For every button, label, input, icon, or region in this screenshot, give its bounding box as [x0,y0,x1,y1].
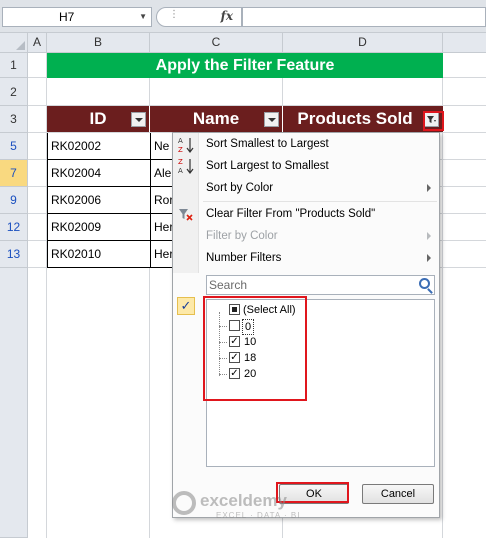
highlight-value-list [203,296,307,401]
logo-name: exceldemy [200,491,287,510]
row-header-12[interactable]: 12 [0,214,28,241]
sort-by-color[interactable]: Sort by Color [206,178,273,198]
cell-id[interactable]: RK02010 [47,241,151,268]
row-header-3[interactable]: 3 [0,106,28,133]
row-header-5[interactable]: 5 [0,133,28,160]
name-box-dropdown-icon[interactable]: ▼ [139,8,147,26]
table-header-name[interactable]: Name [150,106,283,132]
sort-descending-icon: ZA [177,157,195,175]
highlight-filter-button [423,111,444,131]
filter-search-input[interactable]: Search [206,275,435,295]
sheet-title: Apply the Filter Feature [47,53,443,78]
header-label-id: ID [89,109,107,128]
formula-controls: ⋮ fx [156,7,242,27]
svg-text:A: A [178,137,183,145]
clear-filter-icon [177,206,195,224]
checkmark-icon: ✓ [177,297,195,315]
cell-id[interactable]: RK02006 [47,187,151,214]
column-header-b[interactable]: B [47,33,150,53]
table-header-id[interactable]: ID [47,106,150,132]
cell-id[interactable]: RK02004 [47,160,151,187]
formula-bar: H7 ▼ ⋮ fx [0,0,486,33]
menu-separator [203,201,437,202]
number-filters[interactable]: Number Filters [206,248,281,268]
search-icon [419,278,430,289]
cell-id[interactable]: RK02002 [47,133,151,160]
sort-ascending-icon: AZ [177,136,195,154]
sort-largest-to-smallest[interactable]: Sort Largest to Smallest [206,156,329,176]
row-header-1[interactable]: 1 [0,53,28,78]
filter-dropdown-name-button[interactable] [264,112,279,127]
row-header-empty [0,268,28,538]
header-label-products-sold: Products Sold [297,109,413,128]
column-header-c[interactable]: C [150,33,283,53]
row-header-13[interactable]: 13 [0,241,28,268]
exceldemy-logo: exceldemy EXCEL · DATA · BI [172,491,322,521]
column-header-d[interactable]: D [283,33,443,53]
name-box-value: H7 [59,10,75,24]
formula-input[interactable] [242,7,486,27]
cancel-button[interactable]: Cancel [362,484,434,504]
column-header-e[interactable] [443,33,486,53]
name-box[interactable]: H7 ▼ [2,7,152,27]
column-header-a[interactable]: A [28,33,47,53]
row-header-7[interactable]: 7 [0,160,28,187]
header-label-name: Name [192,109,240,128]
row-header-2[interactable]: 2 [0,78,28,106]
svg-text:A: A [178,167,183,175]
submenu-arrow-icon [427,254,431,262]
logo-tagline: EXCEL · DATA · BI [216,511,301,520]
table-header-products-sold[interactable]: Products Sold [283,106,443,132]
cell-id[interactable]: RK02009 [47,214,151,241]
select-all-cells[interactable] [0,33,28,53]
submenu-arrow-icon [427,232,431,240]
row-header-9[interactable]: 9 [0,187,28,214]
drag-handle-icon[interactable]: ⋮ [169,9,179,20]
logo-icon [172,491,196,515]
filter-by-color: Filter by Color [206,230,278,242]
sort-smallest-to-largest[interactable]: Sort Smallest to Largest [206,134,329,154]
submenu-arrow-icon [427,184,431,192]
search-placeholder: Search [209,278,248,292]
clear-filter-products-sold[interactable]: Clear Filter From "Products Sold" [206,204,375,224]
insert-function-button[interactable]: fx [221,9,233,23]
filter-dropdown-id-button[interactable] [131,112,146,127]
svg-text:Z: Z [178,158,183,166]
svg-text:Z: Z [178,146,183,154]
